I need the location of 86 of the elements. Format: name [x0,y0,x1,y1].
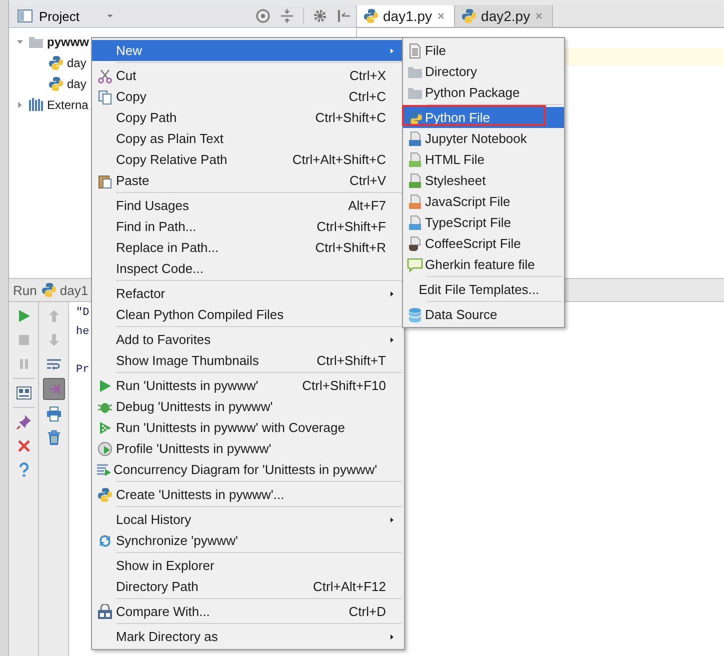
menu-item[interactable]: Directory Path Ctrl+Alt+F12 [92,576,404,597]
editor-tab[interactable]: day1.py [357,5,456,27]
menu-item[interactable]: Refactor [92,283,404,304]
javascript-file-icon [407,194,423,210]
run-config-tab[interactable]: day1 [40,282,88,298]
stylesheet-icon [407,172,423,188]
tree-item[interactable]: Externa [47,98,88,112]
menu-item[interactable]: Find Usages Alt+F7 [92,195,404,216]
menu-item[interactable]: Local History [92,509,404,530]
menu-item[interactable]: Gherkin feature file [403,254,564,275]
scissors-icon [97,68,113,84]
view-selector[interactable]: Project [13,8,121,24]
menu-item[interactable]: New [92,40,404,61]
collapse-icon[interactable] [279,8,295,24]
file-icon [407,42,423,58]
circle-play-icon [97,440,113,456]
database-icon [407,306,423,322]
menu-item[interactable]: Profile 'Unittests in pywww' [92,438,404,459]
panel-icon [17,8,33,24]
menu-item[interactable]: Synchronize 'pywww' [92,530,404,551]
close-icon [534,11,544,21]
menu-item[interactable]: Python Package [403,82,564,103]
menu-item[interactable]: Copy Relative Path Ctrl+Alt+Shift+C [92,149,404,170]
menu-item[interactable]: Python File [403,107,564,128]
console-text: "D [76,306,90,321]
menu-item[interactable]: Create 'Unittests in pywww'... [92,484,404,505]
target-icon[interactable] [255,8,271,24]
menu-item[interactable]: Clean Python Compiled Files [92,304,404,325]
menu-item[interactable]: File [403,40,564,61]
menu-item[interactable]: Stylesheet [403,170,564,191]
menu-item[interactable]: Compare With... Ctrl+D [92,601,404,622]
tree-item[interactable]: day [67,56,86,70]
clipboard-icon [97,172,113,188]
menu-item[interactable]: Find in Path... Ctrl+Shift+F [92,216,404,237]
python-icon [40,282,57,298]
tree-item[interactable]: day [67,76,86,90]
bars-arrow-icon [96,462,112,478]
menu-item[interactable]: Debug 'Unittests in pywww' [92,396,404,417]
python-icon [363,8,379,24]
scroll-end-icon[interactable] [42,378,64,400]
editor-tab[interactable]: day2.py [455,5,554,27]
speech-bubble-icon [407,256,423,272]
menu-item[interactable]: Add to Favorites [92,329,404,350]
close-icon [436,11,446,21]
menu-item[interactable]: Mark Directory as [92,626,404,647]
python-icon [97,486,113,502]
compare-icon [97,604,113,620]
menu-item[interactable]: Copy as Plain Text [92,128,404,149]
menu-item[interactable]: Show in Explorer [92,555,404,576]
menu-item[interactable]: Paste Ctrl+V [92,170,404,191]
menu-item[interactable]: JavaScript File [403,191,564,212]
menu-item[interactable]: CoffeeScript File [403,233,564,254]
python-icon [461,8,478,24]
menu-item[interactable]: Show Image Thumbnails Ctrl+Shift+T [92,350,404,371]
python-icon [407,110,423,126]
menu-item[interactable]: Concurrency Diagram for 'Unittests in pywww' [92,459,404,480]
menu-item[interactable]: Edit File Templates... [403,279,564,300]
checkered-play-icon [97,420,113,436]
menu-item[interactable]: HTML File [403,149,564,170]
menu-item[interactable]: Inspect Code... [92,258,404,279]
gear-icon[interactable] [312,8,328,24]
typescript-file-icon [407,214,423,230]
coffee-cup-icon [407,236,423,252]
menu-item[interactable]: Cut Ctrl+X [92,65,404,86]
html-file-icon [407,152,423,168]
menu-item[interactable]: Jupyter Notebook [403,128,564,149]
menu-item[interactable]: Run 'Unittests in pywww' Ctrl+Shift+F10 [92,375,404,396]
panel-title: Run [13,282,37,298]
menu-item[interactable]: Replace in Path... Ctrl+Shift+R [92,237,404,258]
menu-item[interactable]: Copy Ctrl+C [92,86,404,107]
console-text: Pr [76,363,90,378]
python-icon [48,54,64,70]
sync-icon [97,532,113,548]
play-icon [97,378,113,394]
library-icon [28,96,44,112]
python-icon [48,76,64,92]
notebook-icon [407,130,423,146]
menu-item[interactable]: Run 'Unittests in pywww' with Coverage [92,417,404,438]
tree-item[interactable]: pywww [47,34,90,48]
menu-item[interactable]: Directory [403,61,564,82]
console-text: he [76,325,90,340]
hide-panel-icon[interactable] [336,8,352,24]
menu-item[interactable]: Data Source [403,304,564,325]
menu-item[interactable]: Copy Path Ctrl+Shift+C [92,107,404,128]
copy-icon [97,88,113,104]
menu-item[interactable]: TypeScript File [403,212,564,233]
